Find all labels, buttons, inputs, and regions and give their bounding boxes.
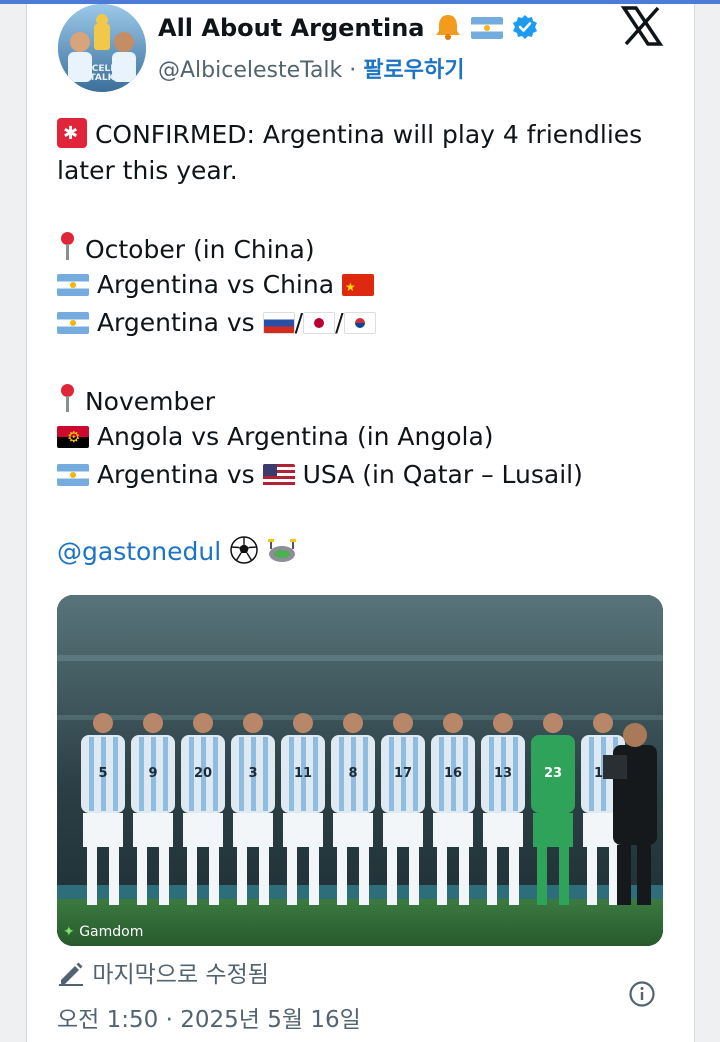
jersey-number: 3 bbox=[248, 766, 257, 781]
south-korea-flag-icon bbox=[343, 312, 376, 334]
edited-indicator[interactable]: 마지막으로 수정됨 bbox=[57, 955, 269, 989]
display-name-text: All About Argentina bbox=[158, 14, 425, 42]
argentina-flag-icon bbox=[471, 17, 504, 39]
pencil-icon bbox=[59, 962, 83, 986]
handle-separator: · bbox=[349, 58, 357, 83]
mention-row: @gastonedul bbox=[57, 535, 297, 566]
edited-label: 마지막으로 수정됨 bbox=[92, 962, 269, 988]
siren-icon bbox=[57, 118, 87, 149]
mention-link[interactable]: @gastonedul bbox=[57, 537, 221, 566]
november-match-2: Argentina vs USA (in Qatar – Lusail) bbox=[57, 460, 583, 490]
jersey-number: 17 bbox=[394, 766, 412, 781]
jersey-number: 16 bbox=[444, 766, 462, 781]
round-pushpin-icon bbox=[57, 232, 77, 262]
author-handle-row: @AlbicelesteTalk · 팔로우하기 bbox=[158, 52, 464, 84]
bell-icon bbox=[435, 15, 460, 40]
usa-flag-icon bbox=[262, 464, 295, 486]
jersey-number: 11 bbox=[294, 766, 312, 781]
stadium-icon bbox=[268, 539, 297, 562]
october-match-1: Argentina vs China bbox=[57, 270, 374, 300]
round-pushpin-icon bbox=[57, 384, 77, 414]
argentina-flag-icon bbox=[57, 274, 89, 296]
angola-flag-icon bbox=[57, 426, 89, 448]
russia-flag-icon bbox=[262, 312, 295, 334]
japan-flag-icon bbox=[303, 312, 336, 334]
watermark-text: Gamdom bbox=[79, 924, 144, 940]
author-handle[interactable]: @AlbicelesteTalk bbox=[158, 58, 342, 83]
tweet-line-2: later this year. bbox=[57, 156, 238, 185]
november-match-1-text: Angola vs Argentina (in Angola) bbox=[96, 422, 494, 451]
argentina-flag-icon bbox=[57, 464, 89, 486]
follow-button[interactable]: 팔로우하기 bbox=[363, 58, 464, 83]
october-match-2-text: Argentina vs bbox=[96, 308, 255, 337]
photo-watermark: ✦ Gamdom bbox=[63, 924, 143, 940]
verified-badge-icon bbox=[512, 15, 537, 39]
argentina-flag-icon bbox=[57, 312, 89, 334]
tweet-line-1: CONFIRMED: Argentina will play 4 friendl… bbox=[57, 118, 642, 150]
author-display-name[interactable]: All About Argentina bbox=[158, 12, 538, 42]
november-header-text: November bbox=[84, 387, 216, 416]
avatar-label: ALBICELESTE TALK bbox=[68, 64, 136, 83]
november-match-2-prefix: Argentina vs bbox=[96, 460, 255, 489]
november-match-2-suffix: USA (in Qatar – Lusail) bbox=[302, 460, 583, 489]
info-icon[interactable] bbox=[628, 980, 656, 1008]
tweet-text-confirmed: CONFIRMED: Argentina will play 4 friendl… bbox=[94, 120, 643, 149]
jersey-number: 8 bbox=[348, 766, 357, 781]
tweet-photo[interactable]: 592031181716132319 ✦ Gamdom bbox=[57, 595, 663, 946]
october-header-text: October (in China) bbox=[84, 235, 315, 264]
soccer-ball-icon bbox=[230, 536, 258, 564]
october-match-1-text: Argentina vs China bbox=[96, 270, 335, 299]
avatar[interactable]: ALBICELESTE TALK bbox=[58, 4, 146, 92]
china-flag-icon bbox=[341, 274, 374, 296]
october-match-2: Argentina vs / / bbox=[57, 308, 376, 338]
jersey-number: 23 bbox=[544, 766, 562, 781]
slash-separator: / bbox=[335, 308, 344, 337]
tweet-timestamp[interactable]: 오전 1:50 · 2025년 5월 16일 bbox=[57, 1000, 361, 1034]
slash-separator: / bbox=[294, 308, 304, 337]
jersey-number: 20 bbox=[194, 766, 212, 781]
jersey-number: 9 bbox=[148, 766, 157, 781]
gamdom-logo-icon: ✦ bbox=[63, 924, 75, 940]
november-header: November bbox=[57, 384, 215, 417]
x-logo-icon[interactable] bbox=[620, 4, 664, 48]
jersey-number: 13 bbox=[494, 766, 512, 781]
november-match-1: Angola vs Argentina (in Angola) bbox=[57, 422, 494, 452]
october-header: October (in China) bbox=[57, 232, 315, 265]
jersey-number: 5 bbox=[98, 766, 107, 781]
team-lineup-photo: 592031181716132319 bbox=[57, 595, 663, 946]
